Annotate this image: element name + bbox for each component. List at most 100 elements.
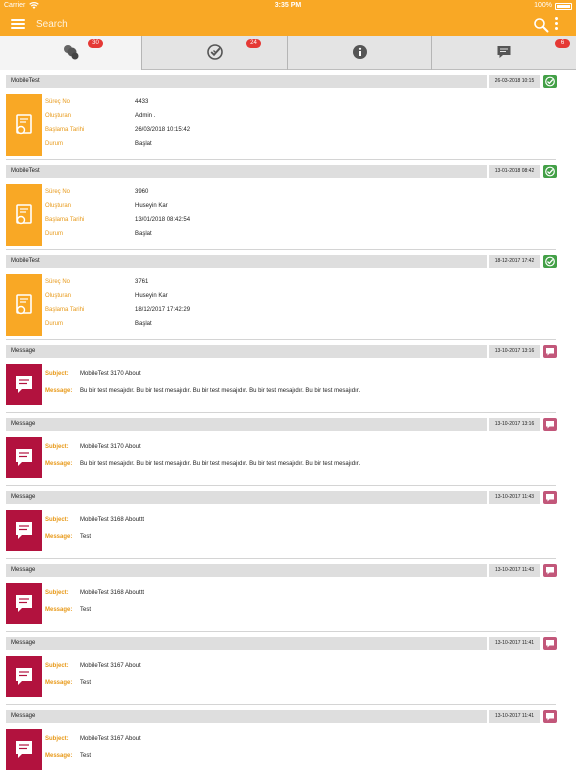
message-icon bbox=[6, 510, 42, 551]
subject-label: Subject: bbox=[45, 444, 69, 450]
process-state: Başlat bbox=[135, 321, 152, 327]
message-subject: MobileTest 3168 Abouttt bbox=[80, 517, 145, 523]
process-start-date: 13/01/2018 08:42:54 bbox=[135, 217, 191, 223]
divider bbox=[6, 704, 556, 705]
message-text: Bu bir test mesajıdır. Bu bir test mesaj… bbox=[80, 388, 361, 394]
approved-status-icon bbox=[543, 255, 557, 268]
field-label: Süreç No bbox=[45, 189, 71, 195]
tab-processes[interactable]: 30 bbox=[0, 36, 142, 70]
field-label: Süreç No bbox=[45, 99, 71, 105]
message-status-icon bbox=[543, 637, 557, 650]
message-icon bbox=[6, 656, 42, 697]
field-label: Oluşturan bbox=[45, 113, 72, 119]
field-label: Oluşturan bbox=[45, 203, 72, 209]
subject-label: Subject: bbox=[45, 590, 69, 596]
more-icon[interactable] bbox=[553, 17, 559, 33]
subject-label: Subject: bbox=[45, 663, 69, 669]
divider bbox=[6, 485, 556, 486]
field-label: Başlama Tarihi bbox=[45, 217, 85, 223]
card-title: Message bbox=[6, 491, 487, 504]
message-text: Test bbox=[80, 680, 92, 686]
message-text: Bu bir test mesajıdır. Bu bir test mesaj… bbox=[80, 461, 361, 467]
nav-bar: Search bbox=[0, 14, 576, 36]
process-id: 3960 bbox=[135, 189, 149, 195]
field-label: Oluşturan bbox=[45, 293, 72, 299]
message-icon bbox=[6, 437, 42, 478]
message-label: Message: bbox=[45, 534, 73, 540]
message-subject: MobileTest 3170 About bbox=[80, 444, 141, 450]
message-text: Test bbox=[80, 534, 92, 540]
battery-icon bbox=[555, 3, 572, 10]
message-subject: MobileTest 3167 About bbox=[80, 736, 141, 742]
process-state: Başlat bbox=[135, 231, 152, 237]
process-card[interactable]: MobileTest 26-03-2018 10:15 Süreç No 443… bbox=[0, 71, 576, 161]
message-card[interactable]: Message 13-10-2017 11:41 Subject: Mobile… bbox=[0, 633, 576, 706]
message-text: Test bbox=[80, 607, 92, 613]
subject-label: Subject: bbox=[45, 736, 69, 742]
card-title: MobileTest bbox=[6, 165, 487, 178]
card-date: 26-03-2018 10:15 bbox=[489, 75, 540, 88]
search-icon[interactable] bbox=[533, 17, 549, 33]
message-card[interactable]: Message 13-10-2017 11:43 Subject: Mobile… bbox=[0, 487, 576, 560]
card-date: 13-10-2017 11:41 bbox=[489, 637, 540, 650]
field-label: Durum bbox=[45, 141, 64, 147]
message-icon bbox=[6, 364, 42, 405]
tab-messages[interactable]: 6 bbox=[432, 36, 576, 70]
process-icon bbox=[6, 184, 42, 246]
card-date: 13-10-2017 13:16 bbox=[489, 345, 540, 358]
process-icon bbox=[6, 94, 42, 156]
tab-approvals[interactable]: 24 bbox=[142, 36, 288, 70]
approved-status-icon bbox=[543, 165, 557, 178]
divider bbox=[6, 339, 556, 340]
tab-info[interactable] bbox=[288, 36, 432, 70]
subject-label: Subject: bbox=[45, 371, 69, 377]
process-state: Başlat bbox=[135, 141, 152, 147]
card-date: 13-01-2018 08:42 bbox=[489, 165, 540, 178]
process-card[interactable]: MobileTest 13-01-2018 08:42 Süreç No 396… bbox=[0, 161, 576, 251]
message-label: Message: bbox=[45, 388, 73, 394]
card-title: Message bbox=[6, 564, 487, 577]
message-status-icon bbox=[543, 418, 557, 431]
approvals-icon bbox=[207, 44, 223, 60]
tab-badge: 6 bbox=[555, 39, 570, 48]
process-id: 3761 bbox=[135, 279, 149, 285]
process-card[interactable]: MobileTest 18-12-2017 17:42 Süreç No 376… bbox=[0, 251, 576, 341]
approved-status-icon bbox=[543, 75, 557, 88]
process-creator: Huseyin Kar bbox=[135, 203, 168, 209]
field-label: Başlama Tarihi bbox=[45, 127, 85, 133]
field-label: Başlama Tarihi bbox=[45, 307, 85, 313]
process-icon bbox=[6, 274, 42, 336]
message-status-icon bbox=[543, 710, 557, 723]
card-date: 13-10-2017 11:43 bbox=[489, 491, 540, 504]
card-date: 13-10-2017 13:16 bbox=[489, 418, 540, 431]
card-title: MobileTest bbox=[6, 255, 487, 268]
divider bbox=[6, 412, 556, 413]
divider bbox=[6, 631, 556, 632]
card-date: 13-10-2017 11:43 bbox=[489, 564, 540, 577]
message-card[interactable]: Message 13-10-2017 11:41 Subject: Mobile… bbox=[0, 706, 576, 779]
message-subject: MobileTest 3167 About bbox=[80, 663, 141, 669]
card-title: Message bbox=[6, 710, 487, 723]
clock: 3:35 PM bbox=[274, 2, 302, 9]
battery-percent: 100% bbox=[534, 2, 552, 9]
card-date: 18-12-2017 17:42 bbox=[489, 255, 540, 268]
search-field[interactable]: Search bbox=[36, 19, 68, 30]
message-card[interactable]: Message 13-10-2017 13:16 Subject: Mobile… bbox=[0, 414, 576, 487]
divider bbox=[6, 249, 556, 250]
message-label: Message: bbox=[45, 680, 73, 686]
message-status-icon bbox=[543, 491, 557, 504]
message-status-icon bbox=[543, 564, 557, 577]
field-label: Durum bbox=[45, 321, 64, 327]
message-subject: MobileTest 3170 About bbox=[80, 371, 141, 377]
card-title: Message bbox=[6, 345, 487, 358]
message-card[interactable]: Message 13-10-2017 13:16 Subject: Mobile… bbox=[0, 341, 576, 414]
processes-icon bbox=[63, 44, 79, 60]
card-title: MobileTest bbox=[6, 75, 487, 88]
menu-icon[interactable] bbox=[11, 19, 25, 30]
subject-label: Subject: bbox=[45, 517, 69, 523]
message-status-icon bbox=[543, 345, 557, 358]
field-label: Durum bbox=[45, 231, 64, 237]
process-start-date: 18/12/2017 17:42:29 bbox=[135, 307, 191, 313]
message-card[interactable]: Message 13-10-2017 11:43 Subject: Mobile… bbox=[0, 560, 576, 633]
messages-icon bbox=[496, 44, 512, 60]
